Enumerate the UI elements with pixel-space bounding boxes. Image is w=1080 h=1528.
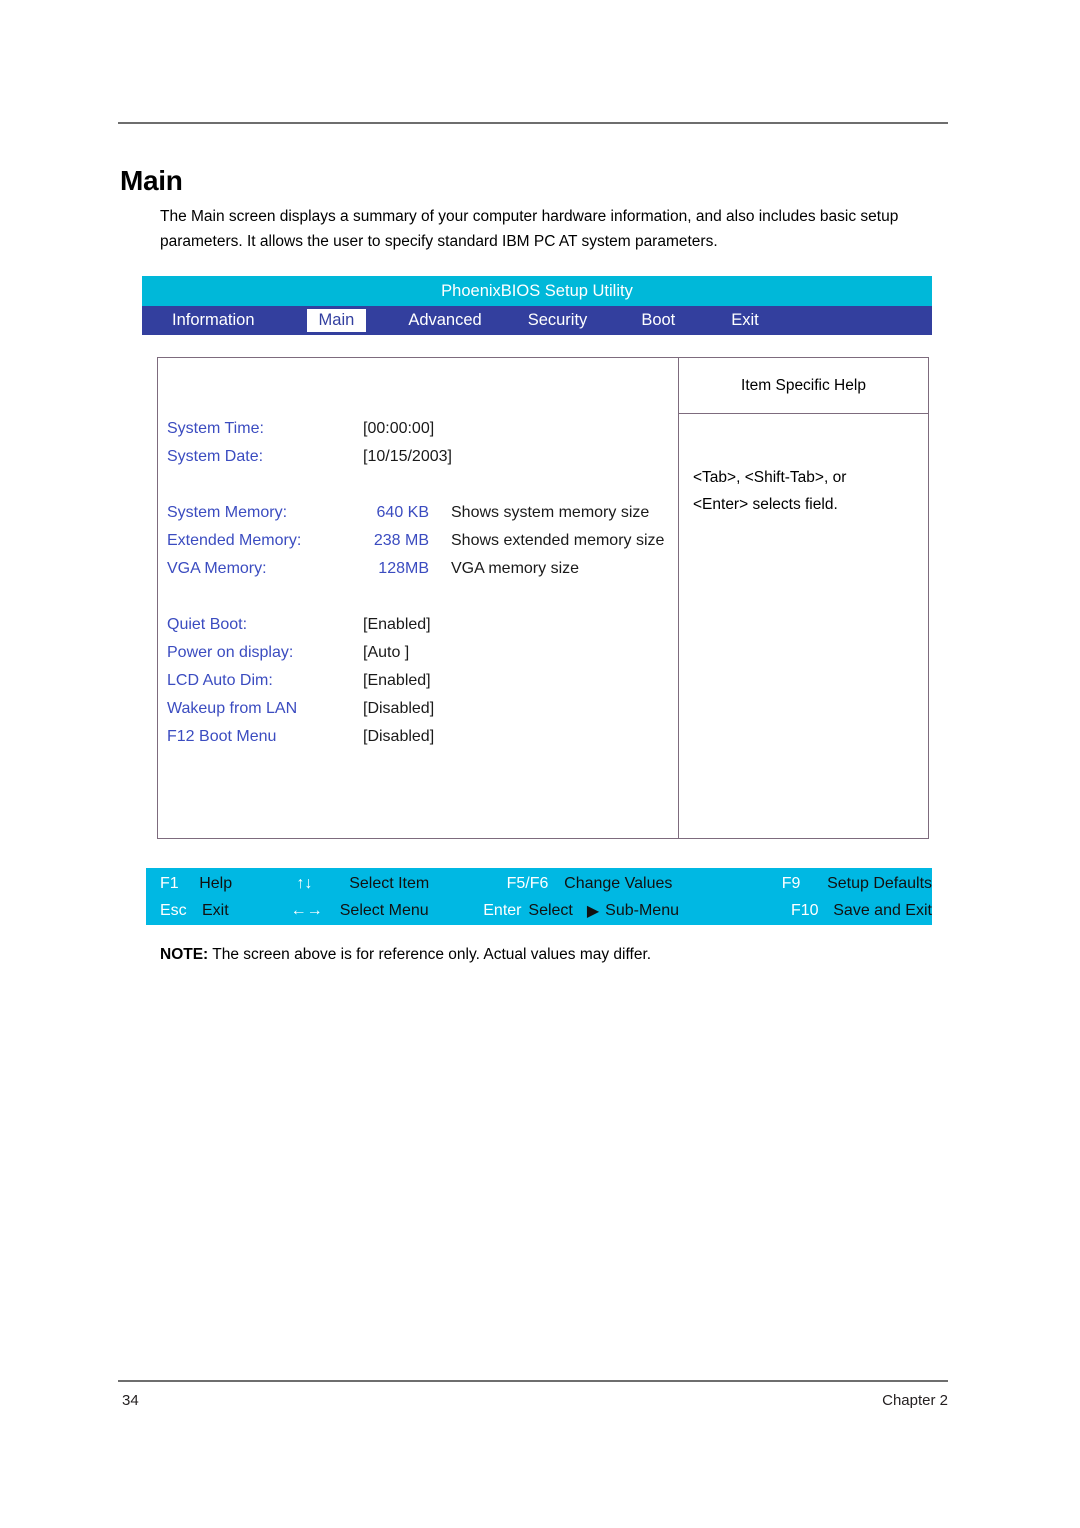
fnkey-f10-label: Save and Exit	[833, 901, 932, 919]
bios-body-panel: System Time: [00:00:00] System Date: [10…	[157, 357, 929, 839]
fnkey-f9-label: Setup Defaults	[827, 874, 933, 892]
note-prefix: NOTE:	[160, 946, 209, 963]
setting-value[interactable]: [Auto ]	[363, 644, 429, 662]
chapter-label: Chapter 2	[882, 1392, 948, 1409]
setting-label: System Memory:	[167, 504, 288, 521]
submenu-arrow-icon: ▶	[586, 902, 600, 920]
fnkey-esc-label: Exit	[202, 901, 229, 919]
fnkey-f5-f6-label: Change Values	[564, 874, 673, 892]
setting-row-lcd-auto-dim[interactable]: LCD Auto Dim: [Enabled]	[167, 672, 678, 700]
setting-value[interactable]: [00:00:00]	[363, 420, 434, 438]
setting-label: Power on display:	[167, 644, 294, 661]
fnkey-f5-f6[interactable]: F5/F6	[507, 875, 557, 893]
setting-value[interactable]: [10/15/2003]	[363, 448, 452, 466]
tab-exit[interactable]: Exit	[727, 310, 763, 331]
intro-paragraph: The Main screen displays a summary of yo…	[160, 207, 899, 250]
setting-row-vga-memory: VGA Memory: 128MB VGA memory size	[167, 560, 678, 588]
settings-column: System Time: [00:00:00] System Date: [10…	[158, 358, 679, 838]
tab-security[interactable]: Security	[524, 310, 592, 331]
setting-description: VGA memory size	[451, 560, 580, 577]
updown-arrow-icon: ↑↓	[296, 874, 313, 892]
tab-boot[interactable]: Boot	[637, 310, 679, 331]
bios-window: PhoenixBIOS Setup Utility Information Ma…	[142, 276, 932, 335]
page-title: Main	[120, 164, 183, 196]
function-key-row-1: F1 Help ↑↓ Select Item F5/F6 Change Valu…	[146, 870, 932, 897]
item-specific-help-panel: Item Specific Help <Tab>, <Shift-Tab>, o…	[679, 358, 928, 838]
settings-list: System Time: [00:00:00] System Date: [10…	[167, 420, 678, 756]
leftright-arrow-icon: ←→	[290, 901, 323, 919]
fnkey-f10[interactable]: F10	[791, 902, 823, 920]
help-panel-title: Item Specific Help	[741, 376, 866, 394]
fnkey-f1-label: Help	[199, 874, 233, 892]
setting-value: 128MB	[378, 560, 429, 577]
setting-label: Quiet Boot:	[167, 616, 248, 633]
setting-description: Shows system memory size	[451, 504, 650, 521]
setting-row-system-memory: System Memory: 640 KB Shows system memor…	[167, 504, 678, 532]
setting-value[interactable]: [Enabled]	[363, 616, 431, 634]
setting-value: 640 KB	[376, 504, 429, 521]
row-spacer	[167, 476, 678, 504]
note-text: The screen above is for reference only. …	[208, 946, 652, 963]
setting-value: 238 MB	[373, 532, 429, 549]
setting-row-quiet-boot[interactable]: Quiet Boot: [Enabled]	[167, 616, 678, 644]
tab-advanced[interactable]: Advanced	[404, 310, 485, 331]
setting-row-power-on-display[interactable]: Power on display: [Auto ]	[167, 644, 678, 672]
setting-label: Extended Memory:	[167, 532, 302, 549]
setting-row-extended-memory: Extended Memory: 238 MB Shows extended m…	[167, 532, 678, 560]
header-rule	[118, 122, 948, 124]
setting-description: Shows extended memory size	[451, 532, 665, 549]
row-spacer	[167, 588, 678, 616]
setting-value[interactable]: [Disabled]	[363, 728, 434, 746]
fnkey-enter[interactable]: Enter	[483, 902, 528, 920]
fnkey-select-menu-label: Select Menu	[339, 901, 429, 919]
footer-rule	[118, 1380, 948, 1382]
help-panel-header: Item Specific Help	[679, 358, 928, 414]
setting-row-wakeup-from-lan[interactable]: Wakeup from LAN [Disabled]	[167, 700, 678, 728]
fnkey-f9[interactable]: F9	[782, 875, 817, 893]
bios-titlebar: PhoenixBIOS Setup Utility	[142, 276, 932, 306]
setting-label: System Time:	[167, 420, 264, 437]
bios-title-text: PhoenixBIOS Setup Utility	[441, 281, 633, 300]
setting-label: LCD Auto Dim:	[167, 672, 273, 689]
note-line: NOTE: The screen above is for reference …	[160, 946, 651, 964]
setting-row-system-date[interactable]: System Date: [10/15/2003]	[167, 448, 678, 476]
help-line-2: <Enter> selects field.	[693, 496, 838, 513]
help-panel-body: <Tab>, <Shift-Tab>, or <Enter> selects f…	[679, 414, 928, 518]
fnkey-f1[interactable]: F1	[146, 875, 181, 893]
function-key-bar: F1 Help ↑↓ Select Item F5/F6 Change Valu…	[146, 868, 932, 925]
function-key-row-2: Esc Exit ←→ Select Menu Enter Select ▶ S…	[146, 897, 932, 924]
setting-row-system-time[interactable]: System Time: [00:00:00]	[167, 420, 678, 448]
setting-value[interactable]: [Disabled]	[363, 700, 434, 718]
bios-tab-bar: Information Main Advanced Security Boot …	[142, 306, 932, 335]
setting-label: F12 Boot Menu	[167, 728, 277, 745]
page-number: 34	[122, 1392, 139, 1409]
tab-main[interactable]: Main	[306, 309, 367, 332]
setting-label: Wakeup from LAN	[167, 700, 298, 717]
setting-value[interactable]: [Enabled]	[363, 672, 431, 690]
setting-row-f12-boot-menu[interactable]: F12 Boot Menu [Disabled]	[167, 728, 678, 756]
submenu-label: Sub-Menu	[605, 901, 679, 919]
fnkey-enter-label: Select	[528, 901, 573, 919]
help-line-1: <Tab>, <Shift-Tab>, or	[693, 469, 847, 486]
setting-label: System Date:	[167, 448, 264, 465]
tab-information[interactable]: Information	[168, 310, 259, 331]
fnkey-esc[interactable]: Esc	[146, 902, 187, 920]
setting-label: VGA Memory:	[167, 560, 267, 577]
fnkey-select-item-label: Select Item	[349, 874, 430, 892]
